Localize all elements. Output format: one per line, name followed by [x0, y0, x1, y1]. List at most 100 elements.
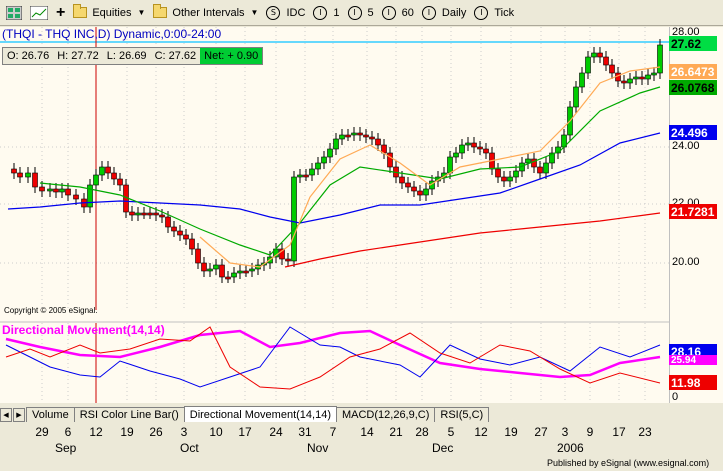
equities-menu[interactable]: Equities ▼ [69, 2, 149, 24]
candle-body [73, 194, 79, 200]
candle-body [201, 262, 207, 272]
date-tick: 6 [64, 425, 72, 439]
ma-green-line [39, 86, 661, 256]
interval-60-button[interactable]: I 60 [378, 2, 418, 24]
candle-body [177, 230, 183, 236]
candle-body [231, 272, 237, 278]
date-tick: 27 [534, 425, 548, 439]
tab-macd[interactable]: MACD(12,26,9,C) [335, 407, 436, 422]
month-label: Nov [307, 441, 329, 455]
candle-body [225, 276, 231, 280]
interval-1-button[interactable]: I 1 [309, 2, 343, 24]
chart-title: (THQI - THQ INC,D) Dynamic,0:00-24:00 [2, 27, 222, 41]
candle-body [345, 134, 351, 138]
interval-5-button[interactable]: I 5 [344, 2, 378, 24]
candle-body [11, 168, 17, 174]
candle-body [405, 182, 411, 188]
candle-body [387, 152, 393, 168]
candle-body [309, 168, 315, 176]
candle-body [39, 186, 45, 192]
candle-body [573, 86, 579, 108]
ma-blue-tag: 24.496 [669, 125, 717, 140]
date-tick: 5 [447, 425, 455, 439]
candle-body [453, 152, 459, 158]
candle-body [543, 162, 549, 174]
candle-body [303, 174, 309, 178]
candle-body [315, 162, 321, 170]
folder-icon [153, 4, 168, 18]
plus-icon[interactable]: + [52, 2, 69, 24]
folder-icon [73, 4, 88, 18]
tab-volume[interactable]: Volume [26, 407, 75, 422]
minus-di-tag: 11.98 [669, 375, 717, 390]
low-value: L: 26.69 [106, 50, 147, 62]
candle-body [423, 188, 429, 196]
date-tick: 7 [329, 425, 337, 439]
date-tick: 31 [298, 425, 312, 439]
tab-directional-movement[interactable]: Directional Movement(14,14) [183, 406, 337, 422]
candle-body [339, 134, 345, 140]
date-tick: 17 [238, 425, 252, 439]
dropdown-arrow-icon: ▼ [137, 8, 146, 17]
candle-body [465, 142, 471, 146]
candle-body [411, 186, 417, 192]
interval-tick-button[interactable]: I Tick [470, 2, 518, 24]
candle-body [249, 268, 255, 272]
candle-body [32, 172, 38, 188]
candle-body [219, 264, 225, 278]
footer-text: Published by eSignal (www.esignal.com) [547, 458, 710, 468]
date-tick: 19 [504, 425, 518, 439]
candle-body [447, 156, 453, 174]
candle-body [147, 212, 153, 216]
candle-body [25, 172, 31, 178]
other-intervals-menu[interactable]: Other Intervals ▼ [149, 2, 262, 24]
tab-rsi-color-line-bar[interactable]: RSI Color Line Bar() [73, 407, 185, 422]
date-tick: 14 [360, 425, 374, 439]
candle-body [65, 188, 71, 196]
ma-orange-tag: 26.6473 [669, 64, 717, 79]
candle-body [135, 212, 141, 216]
date-tick: 29 [35, 425, 49, 439]
scroll-right-icon[interactable]: ▶ [13, 408, 25, 422]
date-tick: 21 [389, 425, 403, 439]
candle-body [129, 211, 135, 216]
s-circle-icon: S [266, 5, 281, 20]
candle-body [357, 132, 363, 136]
date-tick: 10 [209, 425, 223, 439]
grid-icon[interactable] [2, 2, 26, 24]
candle-body [507, 176, 513, 182]
candle-body [59, 188, 65, 193]
candle-body [375, 138, 381, 146]
candle-body [99, 166, 105, 176]
candle-body [501, 176, 507, 182]
month-label: Sep [55, 441, 77, 455]
candle-body [645, 74, 651, 80]
candle-body [351, 132, 357, 136]
candle-body [609, 64, 615, 74]
candle-body [183, 234, 189, 240]
candle-body [333, 138, 339, 150]
chart-area[interactable] [0, 27, 669, 403]
chart-icon[interactable] [26, 2, 52, 24]
interval-s-button[interactable]: S IDC [262, 2, 309, 24]
candle-body [633, 76, 639, 80]
open-value: O: 26.76 [7, 50, 50, 62]
date-tick: 23 [638, 425, 652, 439]
candle-body [111, 172, 117, 180]
candle-body [53, 188, 59, 193]
date-tick: 3 [561, 425, 569, 439]
date-tick: 26 [149, 425, 163, 439]
date-tick: 28 [415, 425, 429, 439]
candle-body [117, 178, 123, 186]
date-tick: 3 [180, 425, 188, 439]
date-tick: 9 [586, 425, 594, 439]
candle-body [459, 144, 465, 154]
interval-daily-button[interactable]: I Daily [418, 2, 470, 24]
date-tick: 12 [89, 425, 103, 439]
candle-body [17, 172, 23, 178]
candle-body [399, 176, 405, 184]
tab-rsi[interactable]: RSI(5,C) [434, 407, 490, 422]
scroll-left-icon[interactable]: ◀ [0, 408, 12, 422]
esignal-window: + Equities ▼ Other Intervals ▼ S IDC I 1… [0, 0, 723, 471]
candle-body [207, 268, 213, 272]
